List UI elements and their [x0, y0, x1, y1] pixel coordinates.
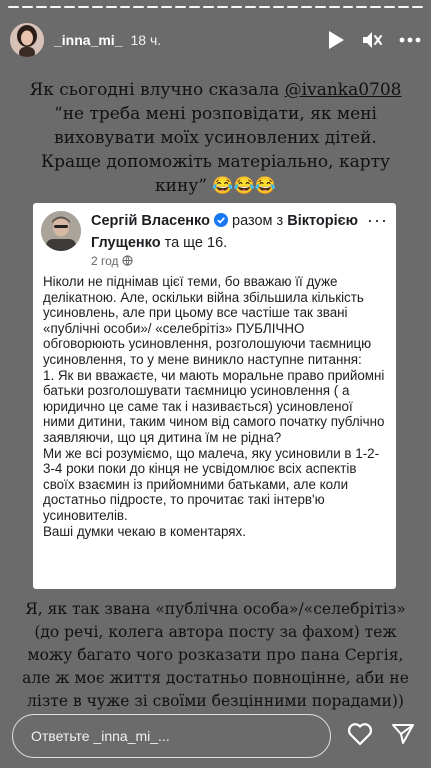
- reply-bar: [12, 714, 419, 758]
- progress-segment: [147, 6, 159, 8]
- post-author-name[interactable]: Сергій Власенко: [91, 213, 210, 229]
- progress-segment: [77, 6, 89, 8]
- progress-segment: [231, 6, 242, 8]
- progress-segment: [412, 6, 424, 8]
- progress-segment: [161, 6, 173, 8]
- progress-segment: [300, 6, 312, 8]
- story-caption-bottom: Я, як так звана «публічна особа»/«селебр…: [22, 600, 409, 710]
- progress-segment: [328, 6, 340, 8]
- mute-icon[interactable]: [361, 30, 383, 50]
- progress-segment: [286, 6, 298, 8]
- progress-segment: [356, 6, 368, 8]
- progress-segment: [258, 6, 270, 8]
- post-and-text: та ще 16.: [164, 235, 228, 251]
- post-more-icon: ···: [367, 210, 388, 230]
- avatar[interactable]: [10, 23, 44, 57]
- story-progress-bar: [8, 6, 424, 8]
- reply-input[interactable]: [12, 714, 331, 758]
- progress-segment: [21, 6, 33, 8]
- globe-icon: [122, 254, 133, 268]
- progress-segment: [342, 6, 354, 8]
- progress-segment: [133, 6, 145, 8]
- post-body-text: Ніколи не піднімав цієї теми, бо вважаю …: [43, 274, 385, 539]
- progress-segment: [119, 6, 131, 8]
- verified-badge-icon: [214, 213, 228, 233]
- progress-segment: [244, 6, 256, 8]
- progress-segment: [8, 6, 19, 8]
- send-icon[interactable]: [391, 722, 415, 751]
- progress-segment: [175, 6, 187, 8]
- mention-link[interactable]: @ivanka0708: [285, 80, 402, 100]
- caption-line1: Як сьогодні влучно сказала: [29, 80, 285, 100]
- progress-segment: [370, 6, 382, 8]
- progress-segment: [91, 6, 103, 8]
- username[interactable]: _inna_mi_: [54, 32, 122, 48]
- progress-segment: [217, 6, 228, 8]
- progress-segment: [203, 6, 215, 8]
- progress-segment: [189, 6, 201, 8]
- progress-segment: [314, 6, 326, 8]
- progress-segment: [272, 6, 284, 8]
- progress-segment: [105, 6, 117, 8]
- progress-segment: [49, 6, 61, 8]
- story-header: _inna_mi_ 18 ч.: [10, 20, 421, 60]
- story-view[interactable]: _inna_mi_ 18 ч. Як сьогодні влучно сказа…: [0, 0, 431, 768]
- more-icon[interactable]: [399, 37, 421, 43]
- story-caption-top: Як сьогодні влучно сказала @ivanka0708 “…: [0, 78, 431, 198]
- story-time: 18 ч.: [130, 32, 162, 48]
- progress-segment: [384, 6, 396, 8]
- progress-segment: [35, 6, 47, 8]
- progress-segment: [398, 6, 410, 8]
- facebook-post-screenshot: Сергій Власенко разом з Вікторією Глущен…: [33, 203, 396, 589]
- progress-segment: [63, 6, 75, 8]
- play-icon[interactable]: [327, 30, 345, 50]
- post-title: Сергій Власенко разом з Вікторією Глущен…: [91, 211, 363, 253]
- post-with-text: разом з: [232, 213, 284, 229]
- caption-quote: “не треба мені розповідати, як мені вихо…: [40, 104, 391, 196]
- post-author-avatar: [41, 211, 81, 251]
- heart-icon[interactable]: [347, 722, 373, 751]
- post-time: 2 год: [91, 254, 119, 268]
